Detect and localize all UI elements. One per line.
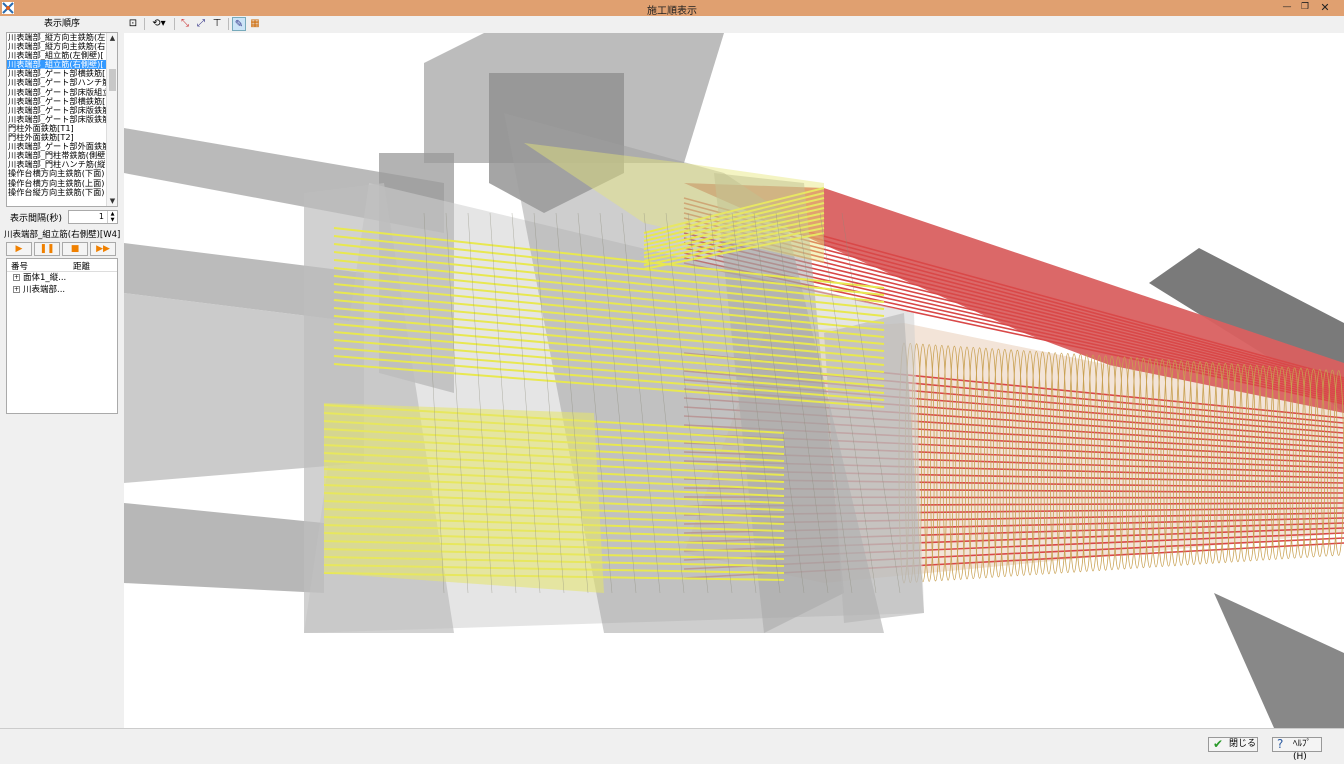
sequence-item[interactable]: 川表端部_組立筋(左側壁)[ xyxy=(7,51,107,60)
3d-viewport[interactable] xyxy=(124,33,1344,728)
col-distance[interactable]: 距離 xyxy=(73,260,90,272)
axis-x-icon[interactable]: ⤡ xyxy=(178,17,192,31)
sequence-item[interactable]: 川表端部_ゲート部横鉄筋[ xyxy=(7,97,107,106)
minimize-button[interactable]: — xyxy=(1278,1,1296,14)
sequence-item[interactable]: 川表端部_ゲート部外面鉄筋 xyxy=(7,142,107,151)
tree-row[interactable]: + 川表端部... xyxy=(7,284,117,296)
sequence-scrollbar[interactable]: ▲ ▼ xyxy=(106,33,117,206)
expand-icon[interactable]: + xyxy=(13,286,20,293)
expand-icon[interactable]: + xyxy=(13,274,20,281)
sequence-item[interactable]: 川表端部_縦方向主鉄筋(右 xyxy=(7,42,107,51)
sequence-item[interactable]: 操作台横方向主鉄筋(上面) xyxy=(7,179,107,188)
rebar-3d-view[interactable] xyxy=(124,33,1344,728)
col-number[interactable]: 番号 xyxy=(11,260,28,272)
window-title: 施工順表示 xyxy=(647,6,697,17)
stop-icon: ■ xyxy=(70,244,80,254)
sequence-item[interactable]: 川表端部_ゲート部床版鉄筋 xyxy=(7,115,107,124)
sequence-item[interactable]: 川表端部_門柱帯鉄筋(側壁 xyxy=(7,151,107,160)
close-window-button[interactable]: ✕ xyxy=(1316,1,1334,14)
member-tree[interactable]: 番号 距離 + 面体1_縦... + 川表端部... xyxy=(6,258,118,414)
sequence-item[interactable]: 川表端部_縦方向主鉄筋(左 xyxy=(7,33,107,42)
help-icon: ? xyxy=(1277,737,1284,751)
sequence-item[interactable]: 川表端部_ゲート部床版鉄筋 xyxy=(7,106,107,115)
pause-icon: ❚❚ xyxy=(39,244,55,254)
sequence-item[interactable]: 門柱外面鉄筋[T1] xyxy=(7,124,107,133)
interval-label: 表示間隔(秒) xyxy=(10,214,63,224)
status-bar: ✔ 閉じる ? ﾍﾙﾌﾟ(H) xyxy=(0,728,1344,762)
interval-spinner[interactable]: 1 ▲ ▼ xyxy=(68,210,118,224)
sequence-item[interactable]: 操作台縦方向主鉄筋(下面) xyxy=(7,188,107,197)
title-bar: 施工順表示 — ❐ ✕ xyxy=(0,0,1344,17)
sequence-list[interactable]: 川表端部_縦方向主鉄筋(左 川表端部_縦方向主鉄筋(右 川表端部_組立筋(左側壁)[… xyxy=(6,32,118,207)
interval-value: 1 xyxy=(98,212,104,221)
play-icon: ▶ xyxy=(15,244,23,254)
stop-button[interactable]: ■ xyxy=(62,242,88,256)
perspective-icon[interactable]: ✎ xyxy=(232,17,246,31)
spinner-arrows-icon[interactable]: ▲ ▼ xyxy=(107,211,117,223)
fit-view-icon[interactable]: ⊡ xyxy=(126,17,140,31)
view-toolbar: ⊡ ⟲▾ ⤡ ⤢ ⊤ ✎ ▦ xyxy=(124,16,1344,33)
restore-button[interactable]: ❐ xyxy=(1296,1,1314,14)
pause-button[interactable]: ❚❚ xyxy=(34,242,60,256)
fast-forward-button[interactable]: ▶▶ xyxy=(90,242,116,256)
check-icon: ✔ xyxy=(1213,737,1224,751)
sequence-item[interactable]: 川表端部_ゲート部横鉄筋[ xyxy=(7,69,107,78)
left-panel: 表示順序 川表端部_縦方向主鉄筋(左 川表端部_縦方向主鉄筋(右 川表端部_組立筋(… xyxy=(0,16,124,728)
playback-controls: ▶ ❚❚ ■ ▶▶ xyxy=(6,242,118,256)
sequence-item[interactable]: 川表端部_門柱ハンチ筋(縦 xyxy=(7,160,107,169)
sequence-item[interactable]: 川表端部_ゲート部ハンチ筋 xyxy=(7,78,107,87)
sequence-header: 表示順序 xyxy=(43,19,80,29)
tree-row[interactable]: + 面体1_縦... xyxy=(7,272,117,284)
interval-row: 表示間隔(秒) 1 ▲ ▼ xyxy=(6,210,118,224)
play-button[interactable]: ▶ xyxy=(6,242,32,256)
tree-header: 番号 距離 xyxy=(7,259,117,272)
scroll-up-icon[interactable]: ▲ xyxy=(107,33,117,43)
color-display-icon[interactable]: ▦ xyxy=(248,17,262,31)
sequence-item[interactable]: 川表端部_ゲート部床版組立 xyxy=(7,88,107,97)
sequence-item[interactable]: 操作台横方向主鉄筋(下面) xyxy=(7,169,107,178)
fast-forward-icon: ▶▶ xyxy=(96,244,110,254)
sequence-item[interactable]: 門柱外面鉄筋[T2] xyxy=(7,133,107,142)
scroll-thumb[interactable] xyxy=(109,69,116,91)
sequence-item[interactable]: 川表端部_組立筋(右側壁)[ xyxy=(7,60,107,70)
rotate-view-icon[interactable]: ⟲▾ xyxy=(148,17,170,31)
current-step-label: 川表端部_組立筋(右側壁)[W4] xyxy=(4,230,120,240)
axis-z-icon[interactable]: ⊤ xyxy=(210,17,224,31)
scroll-down-icon[interactable]: ▼ xyxy=(107,196,117,206)
close-button[interactable]: ✔ 閉じる xyxy=(1208,737,1258,752)
axis-y-icon[interactable]: ⤢ xyxy=(194,17,208,31)
help-button[interactable]: ? ﾍﾙﾌﾟ(H) xyxy=(1272,737,1322,762)
